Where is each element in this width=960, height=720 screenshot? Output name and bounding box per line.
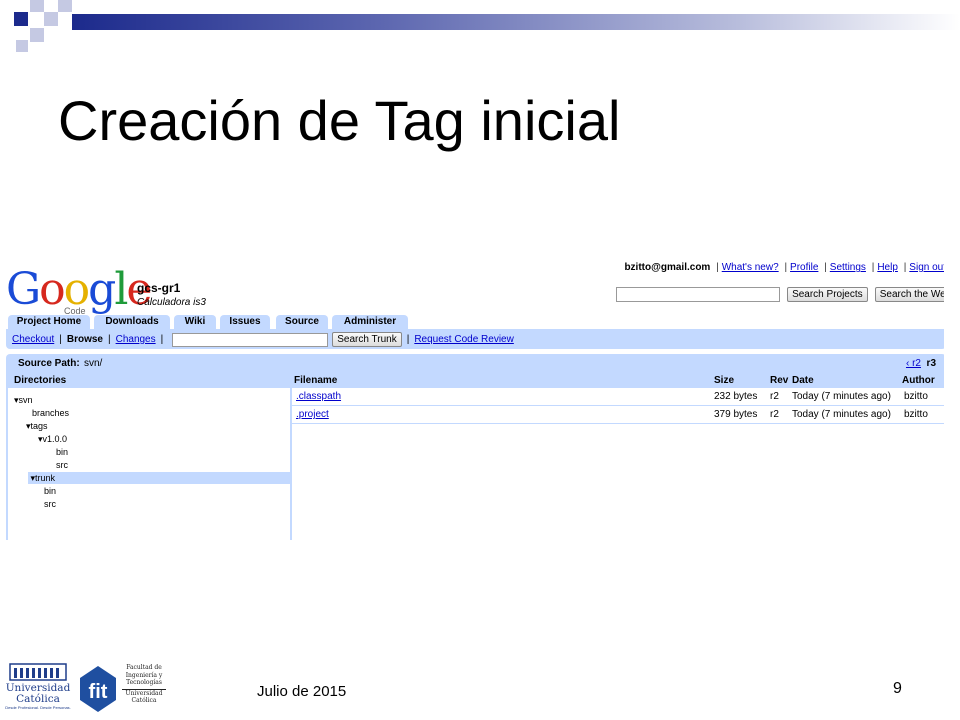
google-code-screenshot: Google Code gcs-gr1 Calculadora is3 bzit… — [0, 250, 960, 540]
col-author[interactable]: Author — [902, 374, 935, 388]
page-number: 9 — [893, 680, 902, 697]
tab-source[interactable]: Source — [276, 315, 328, 329]
directories-header: Directories — [8, 374, 290, 388]
fit-emblem-text: fit — [89, 681, 108, 703]
tree-node-trunk[interactable]: ▾trunk — [28, 472, 290, 484]
source-subnav: Checkout | Browse | Changes | Search Trunk | Req… — [6, 329, 946, 349]
fit-text: Facultad de Ingeniería y Tecnologías Uni… — [122, 664, 166, 705]
file-size: 379 bytes — [714, 409, 758, 420]
browse-current: Browse — [66, 334, 103, 346]
project-description: Calculadora is3 — [137, 297, 206, 308]
search-projects-button[interactable]: Search Projects — [787, 287, 868, 302]
changes-link[interactable]: Changes — [116, 334, 156, 345]
tab-issues[interactable]: Issues — [220, 315, 270, 329]
file-author: bzitto — [904, 409, 928, 420]
file-size: 232 bytes — [714, 391, 758, 402]
file-date: Today (7 minutes ago) — [792, 391, 891, 402]
request-review-link[interactable]: Request Code Review — [414, 334, 514, 345]
tree-node-trunk-bin[interactable]: bin — [44, 485, 56, 497]
ucat-name: Universidad Católica — [5, 682, 71, 705]
search-row: Search Projects Search the Web — [616, 287, 957, 302]
tab-wiki[interactable]: Wiki — [174, 315, 216, 329]
col-size[interactable]: Size — [714, 374, 734, 388]
tree-node-src[interactable]: src — [56, 459, 68, 471]
col-filename[interactable]: Filename — [294, 374, 337, 388]
file-date: Today (7 minutes ago) — [792, 409, 891, 420]
file-author: bzitto — [904, 391, 928, 402]
whats-new-link[interactable]: What's new? — [722, 262, 779, 273]
project-name: gcs-gr1 — [137, 281, 181, 295]
project-search-input[interactable] — [616, 287, 780, 302]
file-link-project[interactable]: .project — [296, 409, 329, 420]
table-row: .project 379 bytes r2 Today (7 minutes a… — [292, 406, 944, 424]
tree-node-v1-0-0[interactable]: ▾v1.0.0 — [38, 433, 67, 445]
profile-link[interactable]: Profile — [790, 262, 818, 273]
source-path-label: Source Path: — [18, 358, 80, 369]
file-rev: r2 — [770, 409, 779, 420]
help-link[interactable]: Help — [877, 262, 898, 273]
col-rev[interactable]: Rev — [770, 374, 788, 388]
tab-administer[interactable]: Administer — [332, 315, 408, 329]
tab-downloads[interactable]: Downloads — [94, 315, 170, 329]
browse-panel: Directories ▾svn branches ▾tags ▾v1.0.0 … — [6, 374, 946, 540]
tree-node-branches[interactable]: branches — [32, 407, 69, 419]
ucat-tagline: Desde Profesional. Desde Personas. — [5, 705, 71, 710]
trunk-search-input[interactable] — [172, 332, 329, 347]
prev-revision-link[interactable]: ‹ r2 — [906, 358, 921, 369]
search-trunk-button[interactable]: Search Trunk — [332, 332, 402, 347]
source-path-bar: Source Path: svn/ ‹ r2 r3 — [6, 354, 946, 374]
col-date[interactable]: Date — [792, 374, 814, 388]
user-bar: bzitto@gmail.com | What's new? | Profile |… — [624, 262, 946, 273]
tab-project-home[interactable]: Project Home — [8, 315, 90, 329]
file-rev: r2 — [770, 391, 779, 402]
file-link-classpath[interactable]: .classpath — [296, 391, 341, 402]
files-table-header: Filename Size Rev Date Author — [292, 374, 944, 388]
tree-node-bin[interactable]: bin — [56, 446, 68, 458]
slide-header-decoration — [0, 0, 960, 52]
directories-pane: Directories ▾svn branches ▾tags ▾v1.0.0 … — [8, 374, 292, 540]
slide-title: Creación de Tag inicial — [58, 89, 621, 152]
universidad-catolica-logo: Universidad Católica Desde Profesional. … — [4, 662, 72, 710]
source-path-value: svn/ — [84, 358, 103, 369]
checkout-link[interactable]: Checkout — [12, 334, 54, 345]
google-code-logo: Google Code — [6, 268, 152, 317]
current-revision: r3 — [926, 358, 936, 369]
fit-emblem: fit — [80, 666, 116, 712]
settings-link[interactable]: Settings — [830, 262, 866, 273]
revision-nav: ‹ r2 r3 — [906, 358, 936, 369]
tree-node-tags[interactable]: ▾tags — [26, 420, 48, 432]
tree-node-svn[interactable]: ▾svn — [14, 394, 33, 406]
table-row: .classpath 232 bytes r2 Today (7 minutes… — [292, 388, 944, 406]
files-table: Filename Size Rev Date Author .classpath… — [292, 374, 944, 424]
sign-out-link[interactable]: Sign out — [909, 262, 946, 273]
tree-node-trunk-src[interactable]: src — [44, 498, 56, 510]
fit-logo: fit Facultad de Ingeniería y Tecnologías… — [78, 662, 170, 714]
footer-date: Julio de 2015 — [257, 683, 347, 700]
user-email: bzitto@gmail.com — [624, 262, 711, 273]
